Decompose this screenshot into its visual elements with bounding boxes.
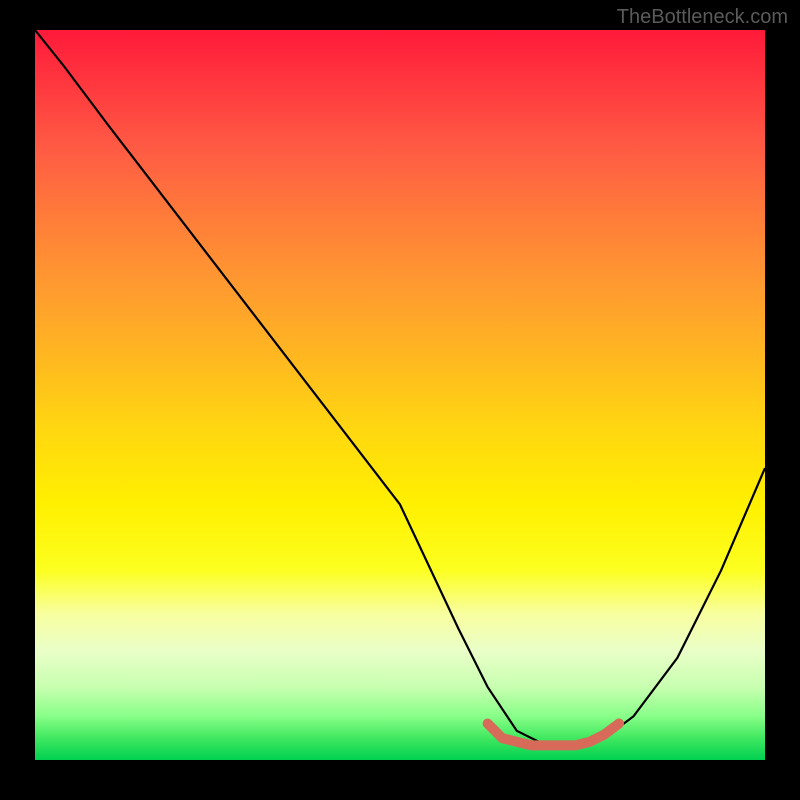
- chart-plot-area: [35, 30, 765, 760]
- attribution-text: TheBottleneck.com: [617, 6, 788, 29]
- optimal-zone-marker-line: [488, 724, 619, 746]
- chart-svg: [35, 30, 765, 760]
- bottleneck-curve-line: [35, 30, 765, 745]
